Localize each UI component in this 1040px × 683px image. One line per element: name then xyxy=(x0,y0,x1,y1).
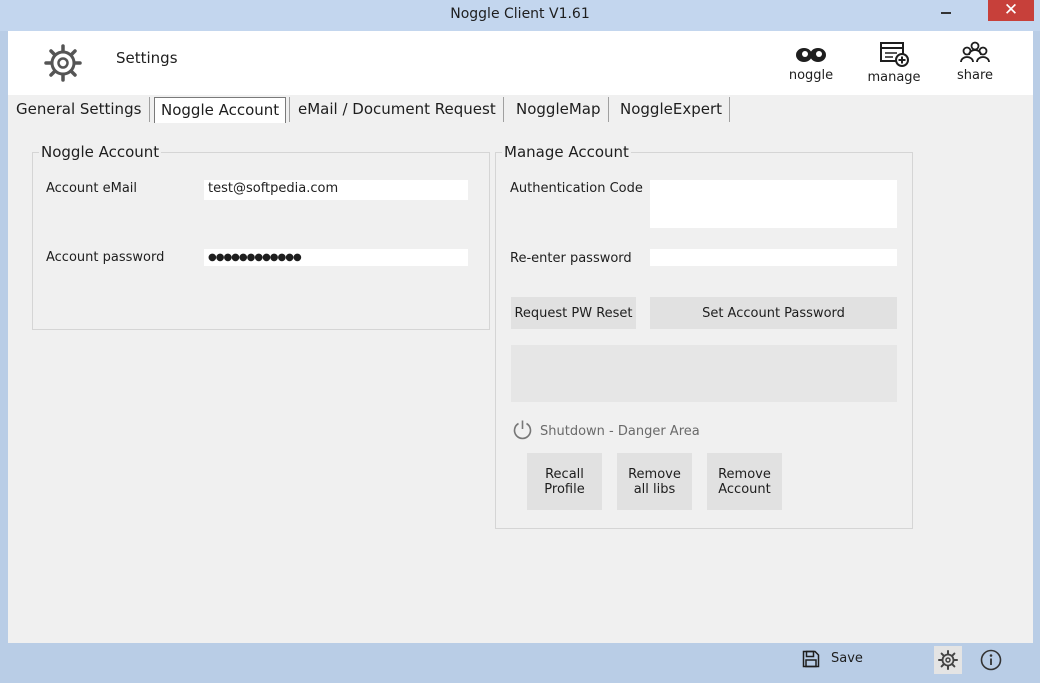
remove-all-libs-button[interactable]: Remove all libs xyxy=(617,453,692,510)
account-email-label: Account eMail xyxy=(46,181,138,196)
authentication-code-label: Authentication Code xyxy=(510,181,643,196)
info-icon[interactable] xyxy=(980,649,1002,671)
client-area: Settings noggle manage share General Set… xyxy=(8,31,1033,675)
recall-profile-line2: Profile xyxy=(544,481,585,497)
header: Settings noggle manage share xyxy=(8,31,1033,95)
tab-separator xyxy=(149,97,150,122)
authentication-code-field[interactable] xyxy=(650,180,897,228)
gear-icon xyxy=(44,44,82,82)
title-bar: Noggle Client V1.61 ✕ xyxy=(0,0,1040,31)
minimize-button[interactable] xyxy=(930,0,962,22)
manage-label: manage xyxy=(867,70,921,85)
tab-bar: General Settings Noggle Account eMail / … xyxy=(8,95,1033,123)
manage-account-title: Manage Account xyxy=(502,143,631,161)
tab-email-document-request[interactable]: eMail / Document Request xyxy=(298,97,496,123)
manage-button[interactable]: manage xyxy=(864,41,924,91)
set-account-password-button[interactable]: Set Account Password xyxy=(650,297,897,329)
account-password-field[interactable]: ●●●●●●●●●●●● xyxy=(204,249,468,266)
recall-profile-button[interactable]: Recall Profile xyxy=(527,453,602,510)
tab-separator xyxy=(503,97,504,122)
account-password-label: Account password xyxy=(46,250,165,265)
power-icon xyxy=(513,420,532,440)
share-label: share xyxy=(956,68,994,83)
save-icon xyxy=(802,650,820,668)
noggle-button[interactable]: noggle xyxy=(781,41,841,91)
noggle-account-title: Noggle Account xyxy=(39,143,162,161)
window-title: Noggle Client V1.61 xyxy=(450,6,590,22)
tab-noggle-account[interactable]: Noggle Account xyxy=(154,97,287,123)
remove-account-button[interactable]: Remove Account xyxy=(707,453,782,510)
request-pw-reset-button[interactable]: Request PW Reset xyxy=(511,297,636,329)
noggle-label: noggle xyxy=(788,68,834,83)
eyes-icon xyxy=(796,48,826,62)
recall-profile-line1: Recall xyxy=(545,466,584,482)
danger-area-label: Shutdown - Danger Area xyxy=(540,424,700,439)
reenter-password-label: Re-enter password xyxy=(510,251,632,266)
remove-account-line1: Remove xyxy=(718,466,771,482)
page-title: Settings xyxy=(116,49,178,67)
bottom-bar: Save xyxy=(8,643,1033,675)
manage-icon xyxy=(880,42,909,67)
tab-separator xyxy=(289,97,290,122)
save-label: Save xyxy=(831,651,863,666)
people-icon xyxy=(960,41,990,63)
noggle-account-group: Noggle Account xyxy=(32,143,490,330)
close-button[interactable]: ✕ xyxy=(988,0,1034,21)
save-button[interactable]: Save xyxy=(794,643,944,675)
tab-general-settings[interactable]: General Settings xyxy=(16,97,141,123)
tab-noggleexpert[interactable]: NoggleExpert xyxy=(620,97,722,123)
reenter-password-field[interactable] xyxy=(650,249,897,266)
cog-icon xyxy=(938,650,958,670)
account-email-field[interactable]: test@softpedia.com xyxy=(204,180,468,200)
status-message-area xyxy=(511,345,897,402)
share-button[interactable]: share xyxy=(945,41,1005,91)
remove-libs-line1: Remove xyxy=(628,466,681,482)
remove-libs-line2: all libs xyxy=(633,481,676,497)
settings-cog-button[interactable] xyxy=(934,646,962,674)
remove-account-line2: Account xyxy=(718,481,771,497)
tab-separator xyxy=(729,97,730,122)
tab-separator xyxy=(608,97,609,122)
tab-nogglemap[interactable]: NoggleMap xyxy=(516,97,601,123)
